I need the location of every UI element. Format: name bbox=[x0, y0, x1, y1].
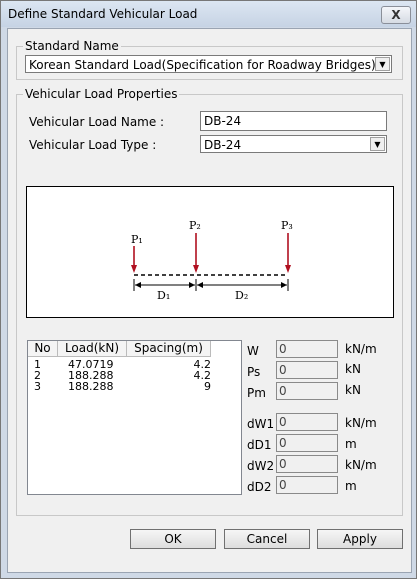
vehicular-load-type-label: Vehicular Load Type : bbox=[29, 138, 157, 152]
row-load: 188.288 bbox=[68, 380, 114, 393]
cancel-button[interactable]: Cancel bbox=[224, 529, 310, 549]
table-row[interactable]: 3 188.288 9 bbox=[28, 381, 241, 392]
p3-arrowhead bbox=[285, 265, 291, 273]
close-button[interactable]: X bbox=[381, 6, 411, 24]
dw1-unit: kN/m bbox=[345, 416, 377, 430]
load-diagram: P₁ P₂ P₃ D₁ D₂ bbox=[26, 186, 394, 318]
axle-load-table[interactable]: No Load(kN) Spacing(m) 1 47.0719 4.2 2 1… bbox=[27, 340, 242, 495]
pm-unit: kN bbox=[345, 383, 361, 397]
d2-label: D₂ bbox=[235, 289, 248, 302]
dd1-unit: m bbox=[345, 437, 357, 451]
standard-name-select[interactable]: Korean Standard Load(Specification for R… bbox=[25, 55, 392, 73]
row-spacing: 9 bbox=[204, 380, 211, 393]
column-header-load[interactable]: Load(kN) bbox=[58, 341, 127, 357]
pm-label: Pm bbox=[247, 386, 266, 400]
p2-arrowhead bbox=[193, 265, 199, 273]
chevron-down-icon[interactable]: ▼ bbox=[370, 137, 385, 151]
vehicular-load-type-select[interactable]: DB-24 ▼ bbox=[200, 135, 387, 153]
dd1-field[interactable]: 0 bbox=[276, 434, 338, 452]
w-unit: kN/m bbox=[345, 342, 377, 356]
window-title: Define Standard Vehicular Load bbox=[8, 7, 198, 21]
d2-left-arrowhead bbox=[197, 282, 203, 288]
p1-label: P₁ bbox=[131, 233, 143, 246]
w-label: W bbox=[247, 344, 259, 358]
vehicular-load-type-value: DB-24 bbox=[204, 138, 242, 152]
p2-label: P₂ bbox=[189, 219, 201, 232]
column-header-no[interactable]: No bbox=[28, 341, 58, 357]
dd2-label: dD2 bbox=[247, 480, 272, 494]
dw2-label: dW2 bbox=[247, 459, 275, 473]
ps-field[interactable]: 0 bbox=[276, 361, 338, 379]
dw2-field[interactable]: 0 bbox=[276, 455, 338, 473]
d1-left-arrowhead bbox=[135, 282, 141, 288]
ps-unit: kN bbox=[345, 362, 361, 376]
d1-label: D₁ bbox=[157, 289, 170, 302]
standard-name-legend: Standard Name bbox=[23, 39, 121, 53]
dw1-label: dW1 bbox=[247, 417, 275, 431]
w-field[interactable]: 0 bbox=[276, 340, 338, 358]
chevron-down-icon[interactable]: ▼ bbox=[375, 57, 390, 71]
d2-right-arrowhead bbox=[281, 282, 287, 288]
dd1-label: dD1 bbox=[247, 438, 272, 452]
apply-button[interactable]: Apply bbox=[317, 529, 403, 549]
p3-label: P₃ bbox=[281, 219, 293, 232]
dw1-field[interactable]: 0 bbox=[276, 413, 338, 431]
dialog-window: Define Standard Vehicular Load X Standar… bbox=[0, 0, 417, 579]
pm-field[interactable]: 0 bbox=[276, 382, 338, 400]
standard-name-value: Korean Standard Load(Specification for R… bbox=[29, 58, 376, 72]
column-header-spacing[interactable]: Spacing(m) bbox=[127, 341, 211, 357]
dw2-unit: kN/m bbox=[345, 458, 377, 472]
ps-label: Ps bbox=[247, 365, 261, 379]
p1-arrowhead bbox=[131, 265, 137, 273]
dd2-field[interactable]: 0 bbox=[276, 476, 338, 494]
dialog-body: Standard Name Korean Standard Load(Speci… bbox=[7, 28, 412, 573]
vehicular-load-name-input[interactable]: DB-24 bbox=[200, 111, 387, 131]
row-no: 3 bbox=[34, 380, 41, 393]
axle-diagram-svg: P₁ P₂ P₃ D₁ D₂ bbox=[131, 219, 293, 302]
properties-legend: Vehicular Load Properties bbox=[23, 87, 180, 101]
title-bar[interactable]: Define Standard Vehicular Load X bbox=[1, 1, 416, 27]
dd2-unit: m bbox=[345, 479, 357, 493]
ok-button[interactable]: OK bbox=[130, 529, 216, 549]
d1-right-arrowhead bbox=[189, 282, 195, 288]
vehicular-load-name-label: Vehicular Load Name : bbox=[29, 115, 165, 129]
